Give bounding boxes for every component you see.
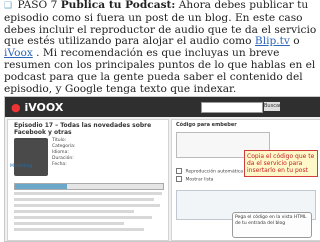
podcast-cover-image [14,138,48,176]
step-tail: . Mi recomendación es que incluyas un br… [4,47,316,95]
step-between: o [293,35,300,48]
audio-player-progress[interactable] [14,183,164,190]
paste-code-bubble: Pega el código en la vista HTML de tu en… [232,212,312,238]
record-icon: ● [11,101,21,114]
checkbox-icon[interactable] [176,168,182,174]
episode-panel: Episodio 17 – Todas las novedades sobre … [7,119,169,241]
logo-text: iVOOX [24,101,64,114]
autoplay-option[interactable]: Reproducción automática [176,168,243,175]
copy-code-callout: Copia el código que te da el servicio pa… [244,150,318,177]
ivoox-screenshot: ● iVOOX Buscar Episodio 17 – Todas las n… [4,96,320,242]
checkbox-icon[interactable] [176,176,182,182]
bliptv-link[interactable]: Blip.tv [255,35,290,47]
ivoox-link[interactable]: iVoox [4,47,33,59]
site-header: ● iVOOX Buscar [5,97,320,117]
embed-panel: Código para embeber Copia el código que … [171,119,320,241]
search-input[interactable] [201,102,263,113]
progress-fill [15,184,67,189]
autoplay-label: Reproducción automática [185,169,243,175]
step-title: Publica tu Podcast: [60,0,176,11]
ivoox-logo: ● iVOOX [11,101,63,114]
playlist-label: Mostrar lista [185,177,214,183]
episode-meta: Título: Categoría: Idioma: Duración: Fec… [52,138,75,168]
instruction-paragraph: ❑ PASO 7 Publica tu Podcast: Ahora debes… [4,0,318,95]
embed-title: Código para embeber [176,122,237,128]
episode-title: Episodio 17 – Todas las novedades sobre … [14,122,152,136]
playlist-option[interactable]: Mostrar lista [176,176,213,183]
bullet-icon: ❑ [4,1,13,11]
podcast-name: Marketing [10,164,33,169]
meta-line: Fecha: [52,162,67,167]
step-prefix: PASO 7 [17,0,61,11]
search-button[interactable]: Buscar [264,102,281,111]
episode-description [14,192,164,234]
